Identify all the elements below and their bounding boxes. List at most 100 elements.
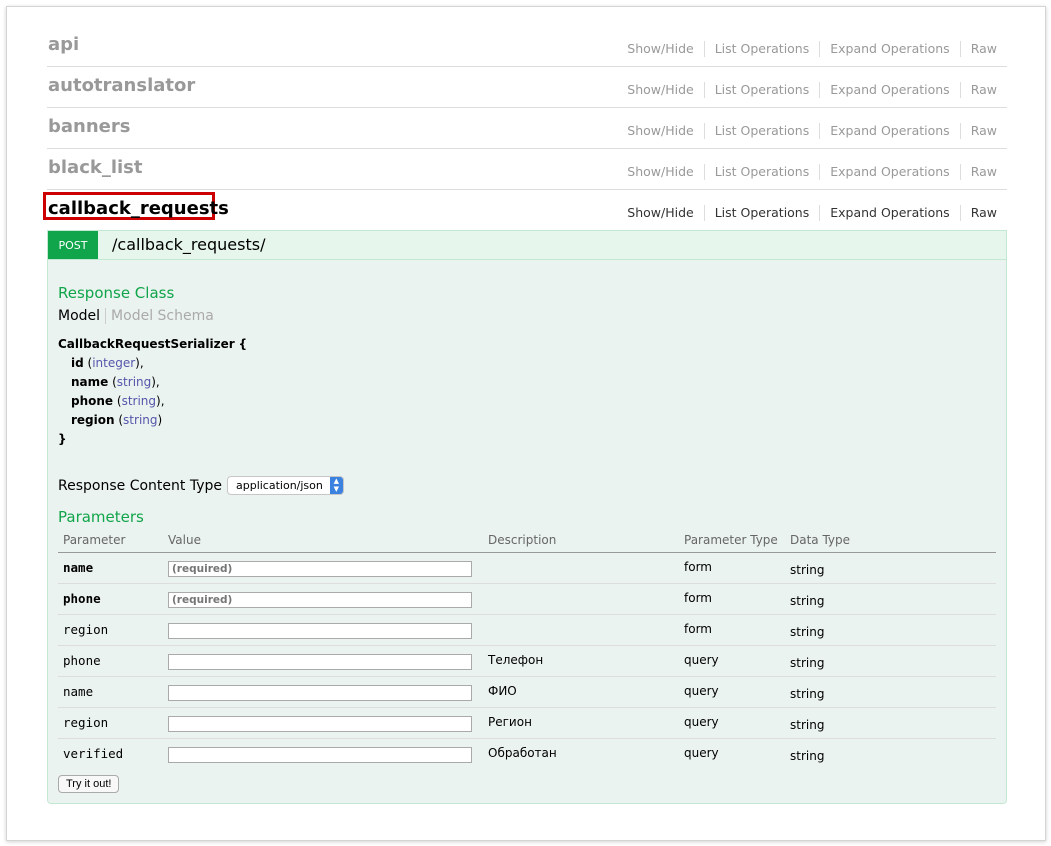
- param-name: region: [58, 614, 163, 646]
- model-field: name (string),: [71, 375, 160, 389]
- table-row: name form string: [58, 552, 996, 584]
- param-data-type: string: [790, 749, 825, 763]
- expand-operations-link[interactable]: Expand Operations: [819, 82, 959, 98]
- operation-panel: POST /callback_requests/ Response Class …: [47, 230, 1007, 804]
- model-name: CallbackRequestSerializer: [58, 337, 235, 351]
- list-operations-link[interactable]: List Operations: [703, 41, 820, 57]
- param-value-input[interactable]: [168, 654, 472, 670]
- raw-link[interactable]: Raw: [959, 82, 997, 98]
- show-hide-link[interactable]: Show/Hide: [617, 41, 703, 57]
- table-row: name ФИО query string: [58, 676, 996, 708]
- raw-link[interactable]: Raw: [959, 123, 997, 139]
- param-name: name: [58, 676, 163, 708]
- content-type-select[interactable]: application/json ▲ ▼: [226, 476, 344, 495]
- model-tabs: Model Model Schema: [58, 308, 214, 324]
- param-type: query: [679, 645, 785, 677]
- table-row: region form string: [58, 614, 996, 646]
- model-field: phone (string),: [71, 394, 165, 408]
- model-field: id (integer),: [71, 356, 144, 370]
- param-type: query: [679, 707, 785, 739]
- show-hide-link[interactable]: Show/Hide: [617, 123, 703, 139]
- param-description: [483, 614, 679, 646]
- expand-operations-link[interactable]: Expand Operations: [819, 164, 959, 180]
- column-header: Parameter: [58, 531, 163, 553]
- param-type: query: [679, 676, 785, 708]
- list-operations-link[interactable]: List Operations: [703, 164, 820, 180]
- raw-link[interactable]: Raw: [959, 164, 997, 180]
- resource-ops: Show/Hide List Operations Expand Operati…: [617, 41, 997, 57]
- response-class-heading: Response Class: [58, 284, 175, 302]
- param-data-type: string: [785, 676, 996, 708]
- column-header: Parameter Type: [679, 531, 785, 553]
- expand-operations-link[interactable]: Expand Operations: [819, 41, 959, 57]
- param-value-input[interactable]: [168, 592, 472, 608]
- param-data-type: string: [785, 614, 996, 646]
- param-type: query: [684, 746, 719, 760]
- expand-operations-link[interactable]: Expand Operations: [819, 205, 959, 221]
- list-operations-link[interactable]: List Operations: [703, 205, 820, 221]
- param-data-type: string: [785, 552, 996, 584]
- raw-link[interactable]: Raw: [959, 41, 997, 57]
- resource-ops: Show/Hide List Operations Expand Operati…: [617, 123, 997, 139]
- table-row: verified Обработан query string: [58, 739, 996, 770]
- operation-header[interactable]: POST /callback_requests/: [48, 231, 1006, 260]
- show-hide-link[interactable]: Show/Hide: [617, 205, 703, 221]
- resource-ops: Show/Hide List Operations Expand Operati…: [617, 164, 997, 180]
- model-close-brace: }: [58, 432, 67, 446]
- column-header: Value: [163, 531, 483, 553]
- list-operations-link[interactable]: List Operations: [703, 82, 820, 98]
- resource-callback-requests: callback_requests Show/Hide List Operati…: [43, 190, 1007, 230]
- tab-model[interactable]: Model: [58, 308, 107, 324]
- select-arrows-icon: ▲ ▼: [329, 477, 343, 494]
- resource-name[interactable]: autotranslator: [48, 75, 195, 96]
- param-value-input[interactable]: [168, 623, 472, 639]
- response-content-type-label: Response Content Type: [58, 477, 222, 494]
- param-name: phone: [58, 645, 163, 677]
- parameters-table: Parameter Value Description Parameter Ty…: [58, 531, 996, 770]
- try-it-out-button[interactable]: Try it out!: [58, 775, 120, 793]
- resource-api: api Show/Hide List Operations Expand Ope…: [47, 26, 1007, 67]
- param-type: form: [679, 583, 785, 615]
- resource-ops: Show/Hide List Operations Expand Operati…: [617, 205, 997, 221]
- param-name: phone: [58, 583, 163, 615]
- resource-name[interactable]: banners: [48, 116, 130, 137]
- column-header: Description: [483, 531, 679, 553]
- table-row: phone Телефон query string: [58, 645, 996, 677]
- param-data-type: string: [785, 707, 996, 739]
- table-row: phone form string: [58, 583, 996, 615]
- show-hide-link[interactable]: Show/Hide: [617, 164, 703, 180]
- table-row: region Регион query string: [58, 707, 996, 739]
- param-description: [483, 552, 679, 584]
- resource-black-list: black_list Show/Hide List Operations Exp…: [47, 149, 1007, 190]
- resource-name[interactable]: api: [48, 34, 79, 55]
- model-open-brace: {: [238, 337, 247, 351]
- resource-name[interactable]: callback_requests: [48, 198, 229, 219]
- param-description: Телефон: [483, 645, 679, 677]
- operation-path[interactable]: /callback_requests/: [112, 235, 265, 254]
- param-type: form: [679, 552, 785, 584]
- raw-link[interactable]: Raw: [959, 205, 997, 221]
- param-name: name: [58, 552, 163, 584]
- tab-model-schema[interactable]: Model Schema: [106, 308, 214, 324]
- parameters-heading: Parameters: [58, 508, 144, 526]
- param-value-input[interactable]: [168, 561, 472, 577]
- param-data-type: string: [785, 583, 996, 615]
- param-value-input[interactable]: [168, 747, 472, 763]
- show-hide-link[interactable]: Show/Hide: [617, 82, 703, 98]
- param-value-input[interactable]: [168, 716, 472, 732]
- resource-name[interactable]: black_list: [48, 157, 143, 178]
- expand-operations-link[interactable]: Expand Operations: [819, 123, 959, 139]
- param-name: verified: [63, 746, 124, 761]
- param-type: form: [679, 614, 785, 646]
- http-method-badge[interactable]: POST: [48, 231, 98, 259]
- resource-list: api Show/Hide List Operations Expand Ope…: [43, 26, 1007, 230]
- model-signature: CallbackRequestSerializer { id (integer)…: [58, 335, 247, 449]
- param-description: ФИО: [483, 676, 679, 708]
- param-value-input[interactable]: [168, 685, 472, 701]
- param-description: Обработан: [488, 746, 557, 760]
- resource-ops: Show/Hide List Operations Expand Operati…: [617, 82, 997, 98]
- list-operations-link[interactable]: List Operations: [703, 123, 820, 139]
- response-content-type: Response Content Type application/json ▲…: [58, 476, 344, 495]
- param-description: Регион: [483, 707, 679, 739]
- param-name: region: [58, 707, 163, 739]
